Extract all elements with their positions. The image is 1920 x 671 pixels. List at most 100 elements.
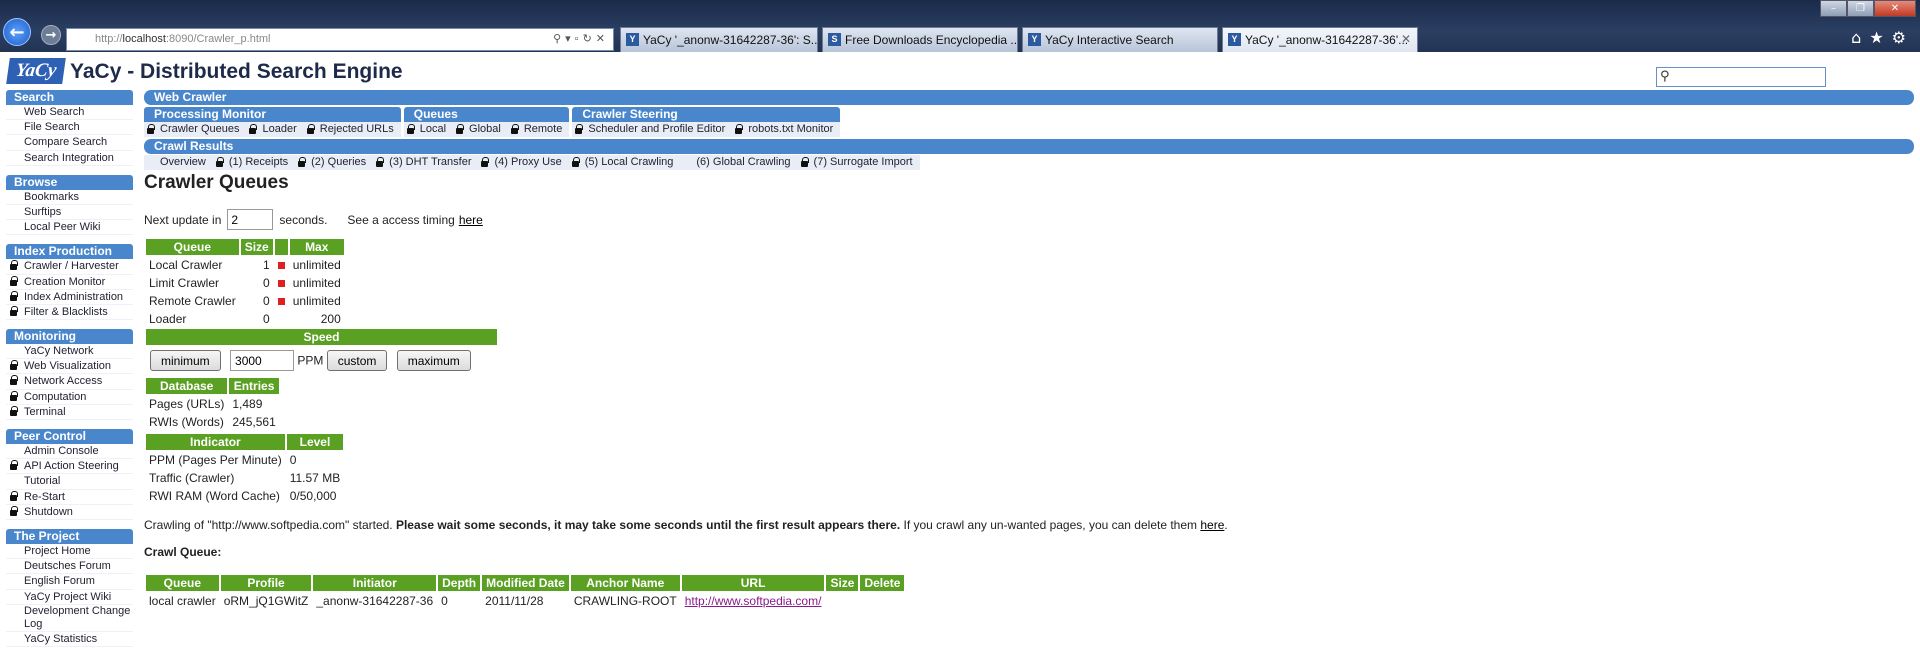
sidebar-item[interactable]: Tutorial [6,474,133,490]
sidebar-item[interactable]: Web Visualization [6,359,133,375]
forward-arrow-icon[interactable]: → [41,25,61,45]
browser-toolbar-icons[interactable]: ⌂★⚙ [1851,28,1914,47]
sidebar-heading[interactable]: Monitoring [6,329,133,345]
custom-speed-button[interactable]: custom [326,350,388,371]
table-row: RWI RAM (Word Cache) 0/50,000 [146,488,343,504]
sidebar-heading[interactable]: The Project [6,528,133,544]
tab-close-icon[interactable]: ✕ [1401,32,1411,46]
column-header: URL [681,575,825,591]
sidebar-item[interactable]: File Search [6,120,133,136]
sidebar-item[interactable]: YaCy Statistics [6,631,133,647]
crawl-results-item[interactable]: Overview [144,155,213,170]
sidebar-item[interactable]: Computation [6,389,133,405]
browser-tab[interactable]: S Free Downloads Encyclopedia ... [822,27,1018,52]
timing-link[interactable]: here [459,213,483,227]
maximum-speed-button[interactable]: maximum [396,350,471,371]
browser-tab[interactable]: Y YaCy Interactive Search [1022,27,1218,52]
update-prefix: Next update in [144,212,222,227]
update-interval-input[interactable] [227,209,274,230]
submenu-heading[interactable]: Queues [403,107,570,122]
address-bar[interactable]: http://localhost:8090/Crawler_p.html ⚲▾▫… [66,28,614,51]
yacy-logo[interactable]: YaCy [6,58,66,84]
page-content: YaCy YaCy - Distributed Search Engine ⚲ … [0,52,1920,671]
crawl-results-item[interactable]: (6) Global Crawling [680,155,797,170]
sidebar-item[interactable]: YaCy Network [6,344,133,360]
sidebar-item[interactable]: Network Access [6,374,133,390]
table-cell: PPM (Pages Per Minute) [149,453,282,467]
sidebar-item[interactable]: Compare Search [6,135,133,151]
submenu-item[interactable]: Crawler Queues [144,122,246,137]
crawl-url-link[interactable]: http://www.softpedia.com/ [685,594,822,608]
minimum-speed-button[interactable]: minimum [150,350,221,371]
crawl-results-item[interactable]: (2) Queries [295,155,373,170]
table-row: Remote Crawler 0 unlimited [146,293,344,309]
submenu-heading[interactable]: Processing Monitor [144,107,401,122]
sidebar-item[interactable]: Creation Monitor [6,274,133,290]
sidebar-item[interactable]: Project Home [6,543,133,560]
delete-here-link[interactable]: here [1200,518,1224,532]
status-cell [275,257,288,273]
tab-label: YaCy Interactive Search [1045,33,1174,47]
sidebar-item[interactable]: Re-Start [6,489,133,505]
status-cell [275,275,288,291]
sidebar-item[interactable]: English Forum [6,574,133,590]
tab-favicon-icon: Y [626,33,639,46]
browser-tab[interactable]: Y YaCy '_anonw-31642287-36': S... [620,27,818,52]
sidebar-item[interactable]: Terminal [6,404,133,420]
window-controls[interactable]: – ❐ ✕ [1820,0,1916,17]
sidebar-item[interactable]: Deutsches Forum [6,559,133,575]
submenu-item[interactable]: robots.txt Monitor [732,122,840,137]
column-header: Queue [146,575,219,591]
column-header: Delete [860,575,905,591]
submenu-heading[interactable]: Crawler Steering [572,107,841,122]
table-cell: 1,489 [232,397,263,411]
sidebar-item[interactable]: Web Search [6,105,133,121]
sidebar-item[interactable]: API Action Steering [6,459,133,475]
speed-input[interactable] [230,350,295,371]
table-cell: local crawler [149,594,216,608]
back-arrow-icon[interactable]: ← [3,18,31,46]
sidebar-heading[interactable]: Index Production [6,244,133,260]
submenu-item[interactable]: Remote [508,122,570,137]
sidebar-item[interactable]: Development Change Log [6,604,133,632]
menu-web-crawler[interactable]: Web Crawler [144,90,1914,105]
submenu-item[interactable]: Global [453,122,508,137]
submenu-item[interactable]: Loader [246,122,303,137]
sidebar-heading[interactable]: Browse [6,174,133,190]
menu-crawl-results[interactable]: Crawl Results [144,139,1914,154]
crawl-results-item[interactable]: (1) Receipts [213,155,295,170]
sidebar-heading[interactable]: Peer Control [6,429,133,444]
crawl-results-item[interactable]: (7) Surrogate Import [798,155,920,170]
crawl-results-item[interactable]: (4) Proxy Use [478,155,568,170]
sidebar-item[interactable]: Crawler / Harvester [6,259,133,275]
queue-name: Limit Crawler [149,276,220,290]
sidebar-item[interactable]: Filter & Blacklists [6,304,133,321]
sidebar-item[interactable]: Index Administration [6,289,133,305]
browser-tab[interactable]: Y YaCy '_anonw-31642287-36'... ✕ [1222,27,1418,52]
column-header: Size [826,575,859,591]
top-search-input[interactable]: ⚲ [1656,67,1826,87]
submenu-item[interactable]: Scheduler and Profile Editor [572,122,732,137]
submenu-items: Local Global Remote [403,122,570,137]
sidebar-heading[interactable]: Search [6,90,133,105]
crawl-results-item[interactable]: (3) DHT Transfer [373,155,478,170]
sidebar-item[interactable]: YaCy Project Wiki [6,589,133,605]
address-bar-icons[interactable]: ⚲▾▫↻✕ [553,32,609,45]
speed-table: Speed minimum PPM custom maximum [144,327,499,376]
sidebar-item[interactable]: Shutdown [6,504,133,520]
message-end: . [1224,518,1228,532]
table-row: Local Crawler 1 unlimited [146,257,344,273]
table-cell [860,593,904,609]
submenu-item[interactable]: Rejected URLs [304,122,401,137]
sidebar-item[interactable]: Local Peer Wiki [6,220,133,236]
sidebar-item[interactable]: Search Integration [6,150,133,166]
column-header: Indicator [146,434,285,450]
sidebar-item[interactable]: Bookmarks [6,189,133,205]
sidebar-item[interactable]: Admin Console [6,444,133,460]
sidebar-item[interactable]: Surftips [6,204,133,221]
submenu-item[interactable]: Local [404,122,453,137]
queue-max: unlimited [292,294,341,308]
search-icon: ⚲ [553,33,566,45]
table-cell: 11.57 MB [289,471,341,485]
crawl-results-item[interactable]: (5) Local Crawling [569,155,681,170]
